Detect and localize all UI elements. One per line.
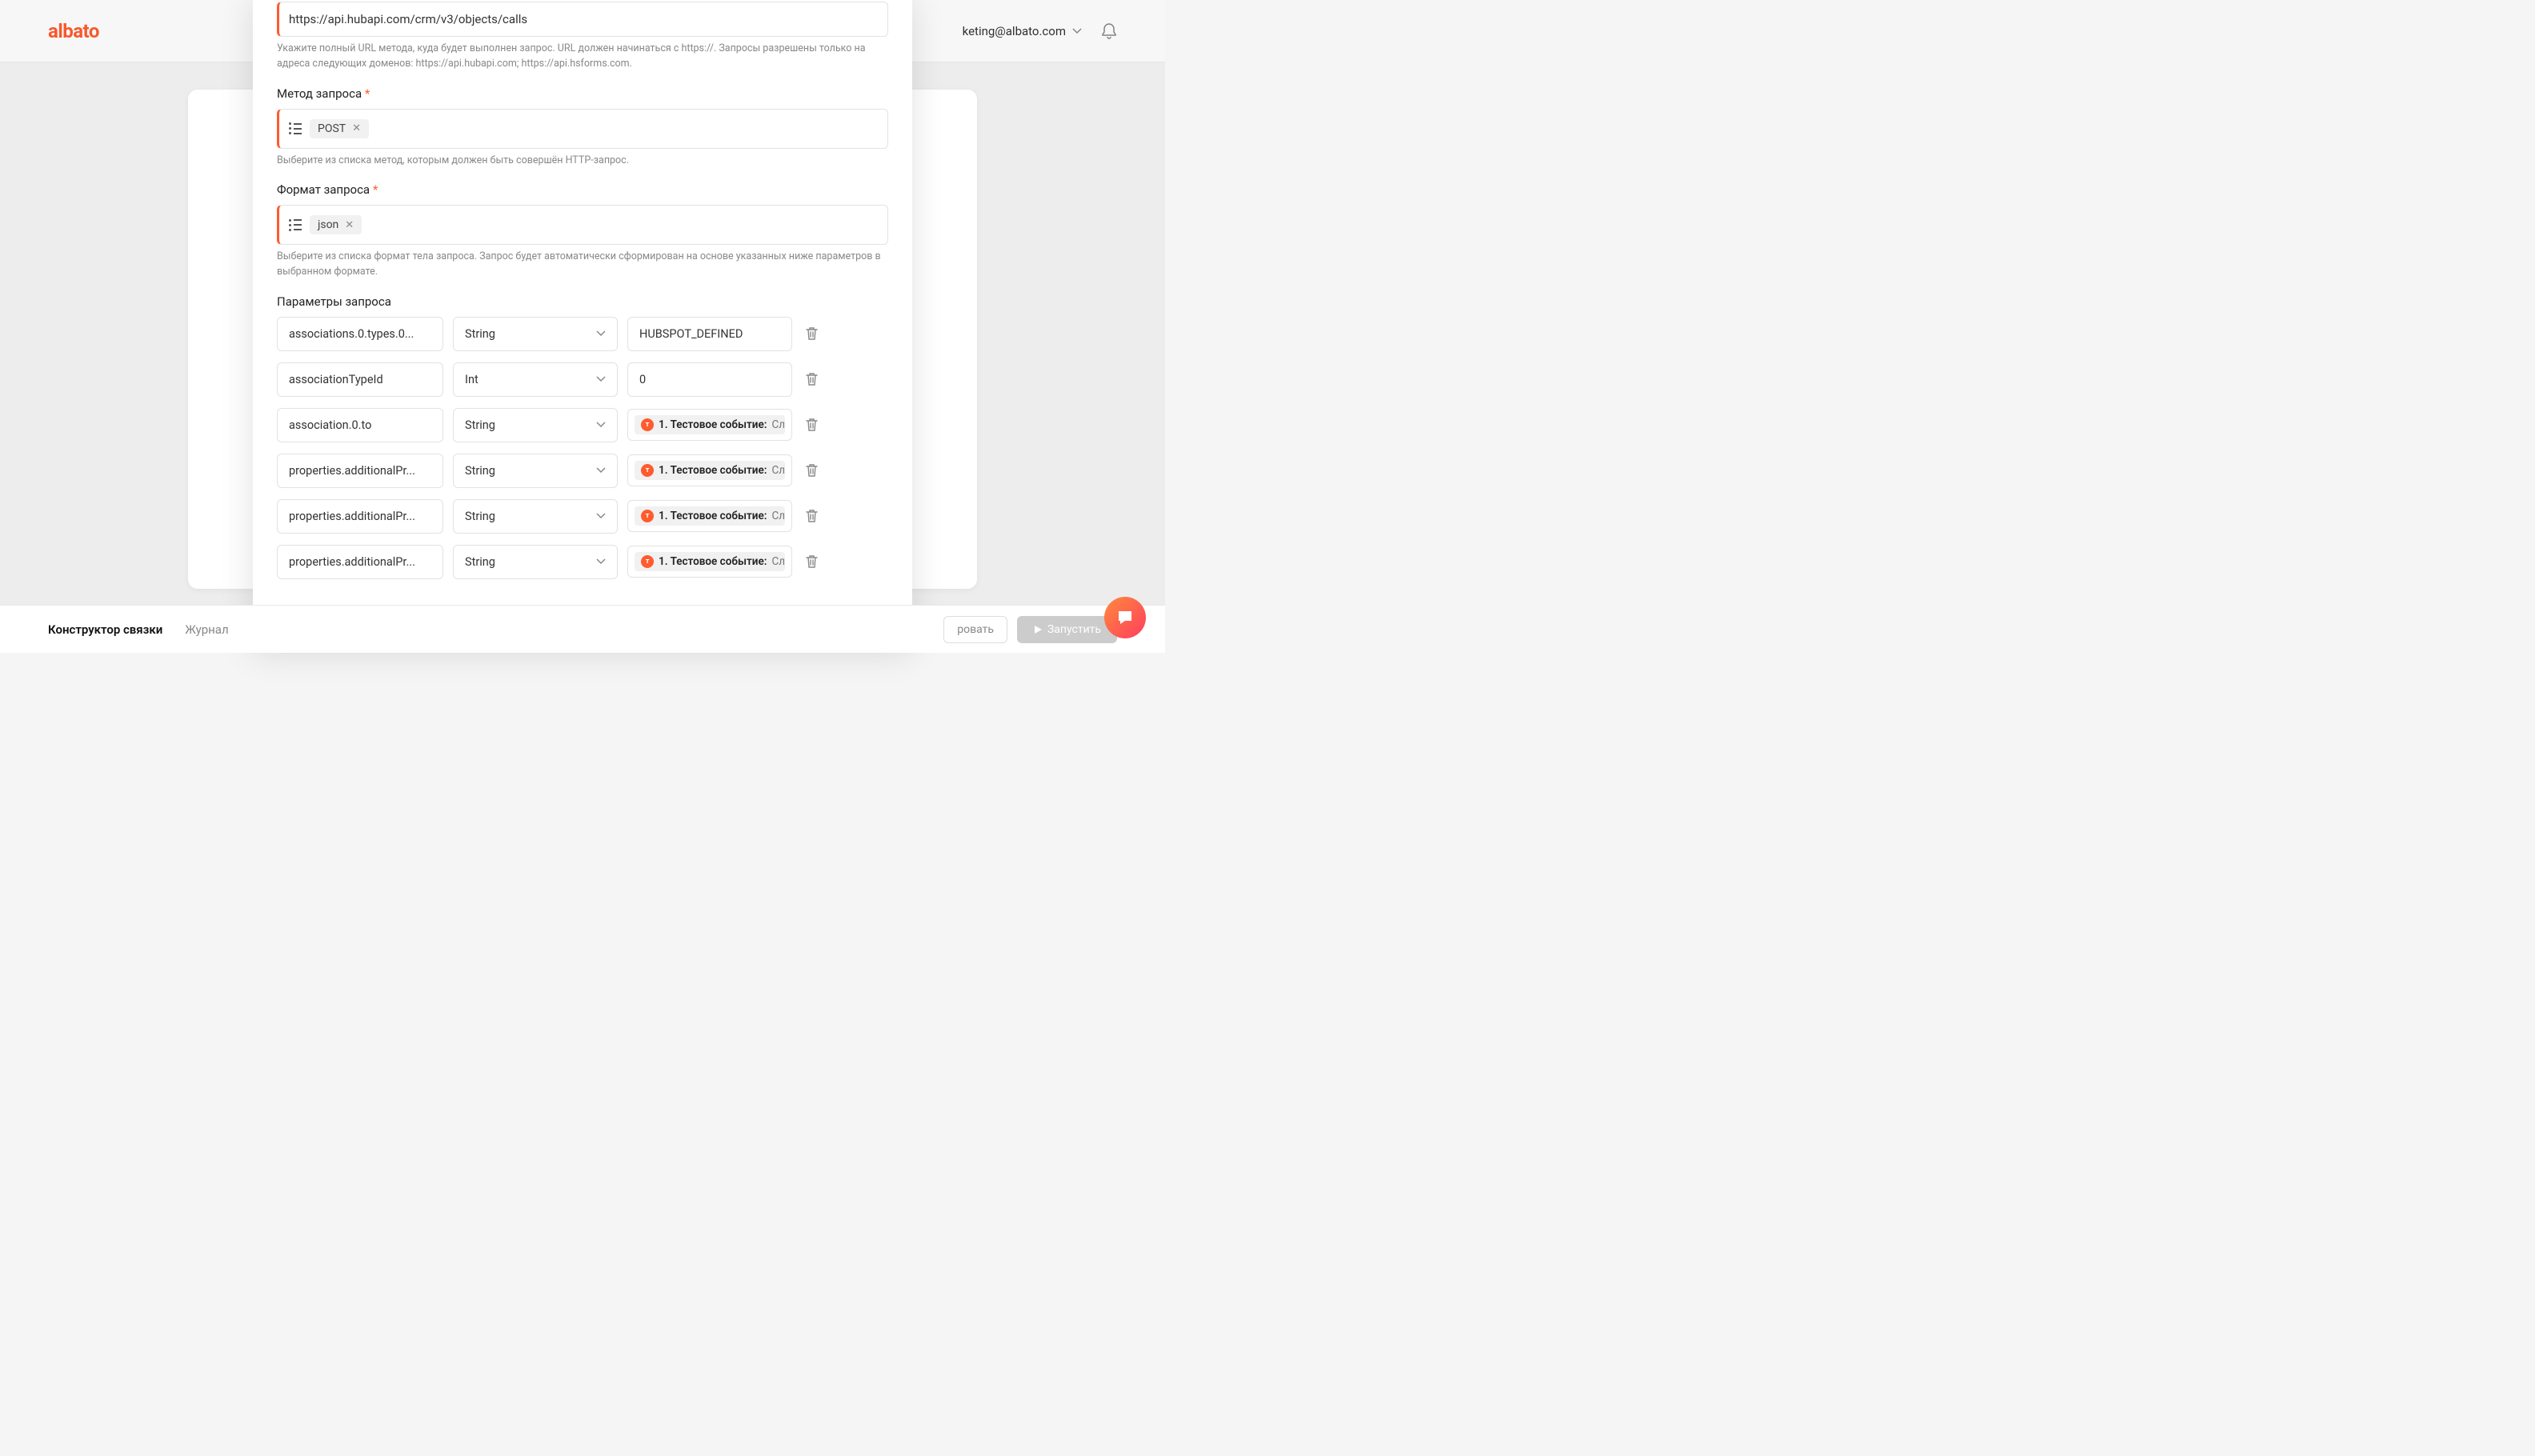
param-row: properties.additionalPr... String т 1. Т… xyxy=(277,499,888,534)
chat-widget[interactable] xyxy=(1104,597,1146,638)
event-tag[interactable]: т 1. Тестовое событие: Сл xyxy=(635,552,785,571)
run-button[interactable]: Запустить xyxy=(1017,616,1117,643)
param-type-select[interactable]: String xyxy=(453,499,618,534)
url-value: https://api.hubapi.com/crm/v3/objects/ca… xyxy=(289,12,527,26)
delete-row-button[interactable] xyxy=(802,369,822,390)
delete-row-button[interactable] xyxy=(802,460,822,481)
remove-chip-icon[interactable]: ✕ xyxy=(345,219,354,231)
param-value-input[interactable]: HUBSPOT_DEFINED xyxy=(627,317,792,351)
param-row: association.0.to String т 1. Тестовое со… xyxy=(277,408,888,442)
param-value-input[interactable]: т 1. Тестовое событие: Сл xyxy=(627,409,792,441)
param-name-input[interactable]: associations.0.types.0... xyxy=(277,317,443,351)
tag-icon: т xyxy=(641,510,654,522)
chat-icon xyxy=(1115,608,1135,627)
delete-row-button[interactable] xyxy=(802,551,822,572)
event-tag[interactable]: т 1. Тестовое событие: Сл xyxy=(635,415,785,434)
delete-row-button[interactable] xyxy=(802,506,822,526)
param-type-select[interactable]: String xyxy=(453,408,618,442)
tab-constructor[interactable]: Конструктор связки xyxy=(48,622,162,637)
request-editor-modal: https://api.hubapi.com/crm/v3/objects/ca… xyxy=(253,0,912,653)
param-name-input[interactable]: properties.additionalPr... xyxy=(277,454,443,488)
param-name-input[interactable]: properties.additionalPr... xyxy=(277,499,443,534)
format-help: Выберите из списка формат тела запроса. … xyxy=(277,250,888,280)
method-label: Метод запроса * xyxy=(277,86,888,101)
list-icon xyxy=(289,122,302,134)
tag-icon: т xyxy=(641,418,654,431)
param-name-input[interactable]: association.0.to xyxy=(277,408,443,442)
param-name-input[interactable]: associationTypeId xyxy=(277,362,443,397)
tab-journal[interactable]: Журнал xyxy=(185,622,228,637)
param-value-input[interactable]: т 1. Тестовое событие: Сл xyxy=(627,500,792,532)
delete-row-button[interactable] xyxy=(802,414,822,435)
method-help: Выберите из списка метод, которым должен… xyxy=(277,154,888,169)
event-tag[interactable]: т 1. Тестовое событие: Сл xyxy=(635,461,785,480)
param-row: properties.additionalPr... String т 1. Т… xyxy=(277,454,888,488)
param-type-select[interactable]: String xyxy=(453,317,618,351)
param-value-input[interactable]: 0 xyxy=(627,362,792,397)
param-type-select[interactable]: String xyxy=(453,454,618,488)
param-type-select[interactable]: String xyxy=(453,545,618,579)
param-value-input[interactable]: т 1. Тестовое событие: Сл xyxy=(627,454,792,486)
param-name-input[interactable]: properties.additionalPr... xyxy=(277,545,443,579)
method-select[interactable]: POST ✕ xyxy=(277,109,888,149)
tag-icon: т xyxy=(641,464,654,477)
param-row: associations.0.types.0... String HUBSPOT… xyxy=(277,317,888,351)
param-row: properties.additionalPr... String т 1. Т… xyxy=(277,545,888,579)
format-select[interactable]: json ✕ xyxy=(277,205,888,245)
format-chip[interactable]: json ✕ xyxy=(310,215,362,234)
play-icon xyxy=(1033,625,1043,634)
url-input[interactable]: https://api.hubapi.com/crm/v3/objects/ca… xyxy=(277,2,888,37)
param-row: associationTypeId Int 0 xyxy=(277,362,888,397)
tag-icon: т xyxy=(641,555,654,568)
url-help: Укажите полный URL метода, куда будет вы… xyxy=(277,42,888,72)
param-type-select[interactable]: Int xyxy=(453,362,618,397)
remove-chip-icon[interactable]: ✕ xyxy=(352,122,361,134)
list-icon xyxy=(289,219,302,231)
params-label: Параметры запроса xyxy=(277,294,888,309)
method-chip[interactable]: POST ✕ xyxy=(310,119,369,138)
param-value-input[interactable]: т 1. Тестовое событие: Сл xyxy=(627,546,792,578)
copy-button[interactable]: ровать xyxy=(943,616,1007,643)
format-label: Формат запроса * xyxy=(277,182,888,197)
event-tag[interactable]: т 1. Тестовое событие: Сл xyxy=(635,506,785,526)
bottom-tabs: Конструктор связки Журнал ровать Запусти… xyxy=(0,605,1165,653)
delete-row-button[interactable] xyxy=(802,323,822,344)
